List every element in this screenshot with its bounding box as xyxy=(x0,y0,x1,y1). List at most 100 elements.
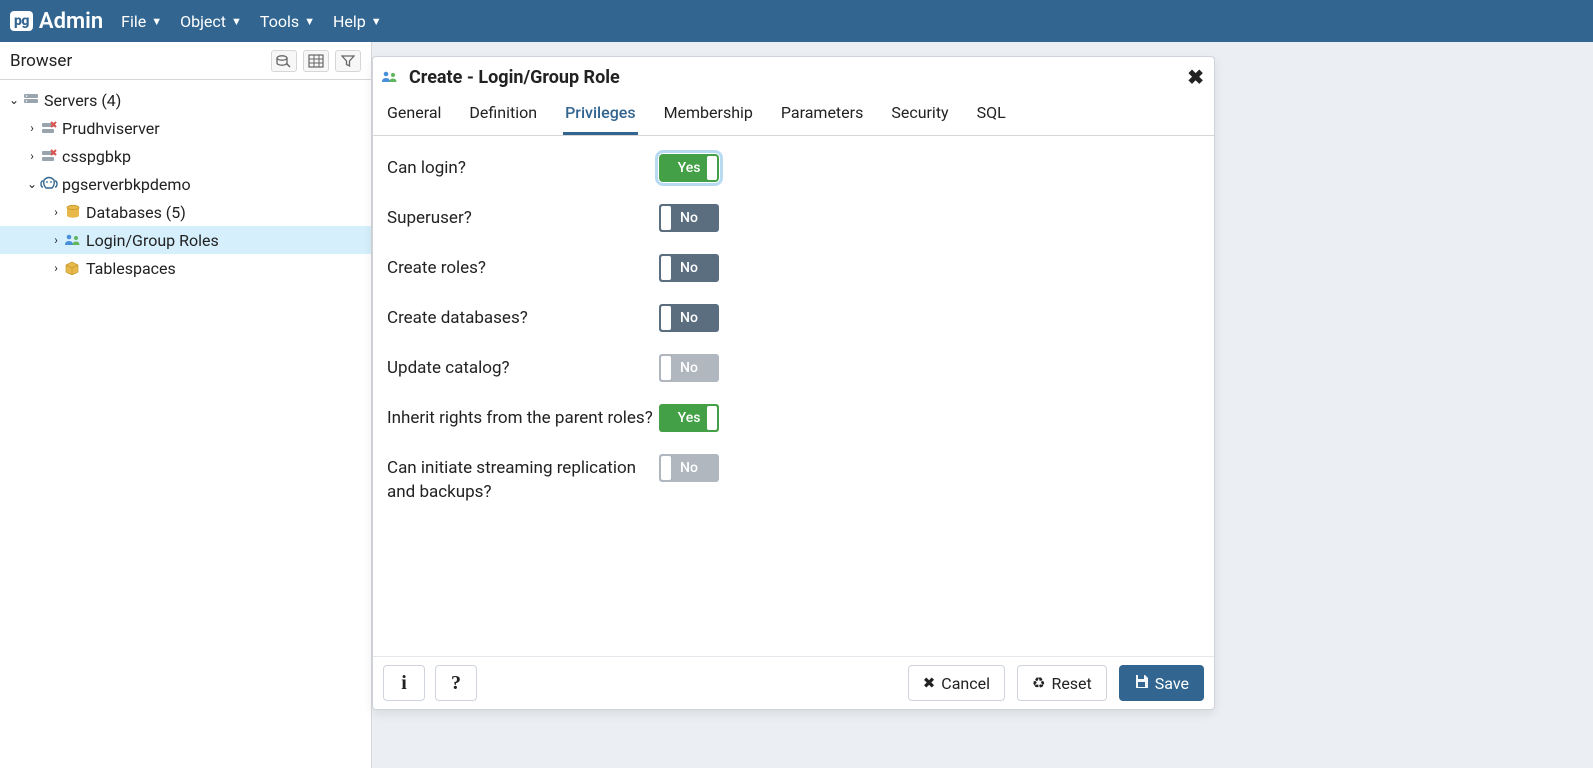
elephant-icon xyxy=(40,176,58,192)
tab-general[interactable]: General xyxy=(385,95,443,135)
toggle-label: No xyxy=(680,260,698,276)
chevron-down-icon[interactable]: ⌄ xyxy=(24,177,40,191)
privilege-control: No xyxy=(659,354,719,382)
tab-definition[interactable]: Definition xyxy=(467,95,539,135)
tab-security[interactable]: Security xyxy=(889,95,950,135)
tab-sql[interactable]: SQL xyxy=(975,95,1008,135)
chevron-right-icon[interactable]: › xyxy=(48,233,64,247)
toggle-label: No xyxy=(680,210,698,226)
tree-tablespaces[interactable]: › Tablespaces xyxy=(0,254,371,282)
toggle-label: Yes xyxy=(678,160,701,176)
menu-label: Object xyxy=(180,12,226,31)
database-icon xyxy=(64,204,82,220)
tree-login-group-roles[interactable]: › Login/Group Roles xyxy=(0,226,371,254)
server-group-icon xyxy=(22,93,40,107)
query-tool-icon[interactable] xyxy=(271,50,297,72)
tab-label: Security xyxy=(891,103,948,122)
tab-label: Parameters xyxy=(781,103,863,122)
tab-privileges[interactable]: Privileges xyxy=(563,95,637,135)
brand-name: Admin xyxy=(39,9,103,34)
menu-tools[interactable]: Tools ▼ xyxy=(260,12,315,31)
main-area: Browser ⌄ Servers (4) xyxy=(0,42,1593,768)
view-data-icon[interactable] xyxy=(303,50,329,72)
chevron-right-icon[interactable]: › xyxy=(24,149,40,163)
toggle-knob xyxy=(707,156,717,180)
brand-badge: pg xyxy=(10,11,33,31)
save-button[interactable]: Save xyxy=(1119,665,1204,701)
toggle-knob xyxy=(661,456,671,480)
privilege-control: Yes xyxy=(659,154,719,182)
dialog-title: Create - Login/Group Role xyxy=(409,67,620,88)
toggle-knob xyxy=(707,406,717,430)
tab-membership[interactable]: Membership xyxy=(662,95,755,135)
privilege-row: Inherit rights from the parent roles?Yes xyxy=(387,404,1200,432)
toggle-switch[interactable]: No xyxy=(659,254,719,282)
button-label: Cancel xyxy=(941,674,990,693)
tree-server-prudhviserver[interactable]: › Prudhviserver xyxy=(0,114,371,142)
tree-label: Tablespaces xyxy=(86,259,176,278)
button-label: Reset xyxy=(1051,674,1091,693)
privilege-row: Superuser? No xyxy=(387,204,1200,232)
menu-object[interactable]: Object ▼ xyxy=(180,12,242,31)
chevron-right-icon[interactable]: › xyxy=(48,205,64,219)
tab-label: Definition xyxy=(469,103,537,122)
privilege-control: No xyxy=(659,304,719,332)
info-button[interactable]: i xyxy=(383,665,425,701)
browser-sidebar: Browser ⌄ Servers (4) xyxy=(0,42,372,768)
tree-server-pgserverbkpdemo[interactable]: ⌄ pgserverbkpdemo xyxy=(0,170,371,198)
chevron-down-icon[interactable]: ⌄ xyxy=(6,93,22,107)
chevron-right-icon[interactable]: › xyxy=(24,121,40,135)
tree-label: Prudhviserver xyxy=(62,119,160,138)
toggle-label: No xyxy=(680,310,698,326)
toggle-switch[interactable]: No xyxy=(659,304,719,332)
cancel-button[interactable]: ✖ Cancel xyxy=(908,665,1005,701)
chevron-down-icon: ▼ xyxy=(151,15,162,28)
privilege-row: Can login? Yes xyxy=(387,154,1200,182)
browser-title: Browser xyxy=(10,51,72,71)
close-icon[interactable]: ✖ xyxy=(1187,65,1204,89)
tab-parameters[interactable]: Parameters xyxy=(779,95,865,135)
privilege-label: Create roles? xyxy=(387,254,659,281)
privilege-row: Can initiate streaming replication and b… xyxy=(387,454,1200,505)
menu-file[interactable]: File ▼ xyxy=(121,12,162,31)
toggle-switch: No xyxy=(659,354,719,382)
toggle-switch[interactable]: Yes xyxy=(659,404,719,432)
chevron-down-icon: ▼ xyxy=(304,15,315,28)
reset-button[interactable]: ♻ Reset xyxy=(1017,665,1107,701)
privilege-row: Create databases?No xyxy=(387,304,1200,332)
tree-server-csspgbkp[interactable]: › csspgbkp xyxy=(0,142,371,170)
toggle-label: No xyxy=(680,360,698,376)
tree-databases[interactable]: › Databases (5) xyxy=(0,198,371,226)
save-icon xyxy=(1134,674,1149,693)
roles-icon xyxy=(381,70,399,84)
recycle-icon: ♻ xyxy=(1032,674,1045,692)
dialog-header: Create - Login/Group Role ✖ xyxy=(373,57,1214,95)
privilege-label: Update catalog? xyxy=(387,354,659,381)
create-role-dialog: Create - Login/Group Role ✖ General Defi… xyxy=(372,56,1215,710)
toggle-label: Yes xyxy=(678,410,701,426)
browser-header-tools xyxy=(271,50,361,72)
toggle-switch[interactable]: No xyxy=(659,204,719,232)
toggle-knob xyxy=(661,256,671,280)
filter-icon[interactable] xyxy=(335,50,361,72)
dialog-body: Can login? Yes Superuser? No Create roles? No… xyxy=(373,136,1214,656)
chevron-down-icon: ▼ xyxy=(371,15,382,28)
privilege-label: Can login? xyxy=(387,154,659,181)
toggle-knob xyxy=(661,206,671,230)
menu-help[interactable]: Help ▼ xyxy=(333,12,382,31)
tree-label: Servers (4) xyxy=(44,91,121,110)
privilege-control: Yes xyxy=(659,404,719,432)
menu-label: File xyxy=(121,12,146,31)
top-menubar: pg Admin File ▼ Object ▼ Tools ▼ Help ▼ xyxy=(0,0,1593,42)
chevron-right-icon[interactable]: › xyxy=(48,261,64,275)
server-icon xyxy=(40,149,58,163)
tree-servers-group[interactable]: ⌄ Servers (4) xyxy=(0,86,371,114)
privilege-label: Superuser? xyxy=(387,204,659,231)
dialog-footer: i ? ✖ Cancel ♻ Reset xyxy=(373,656,1214,709)
toggle-switch[interactable]: Yes xyxy=(659,154,719,182)
tree-label: Databases (5) xyxy=(86,203,186,222)
menu-label: Help xyxy=(333,12,366,31)
browser-header: Browser xyxy=(0,42,371,80)
help-button[interactable]: ? xyxy=(435,665,477,701)
browser-tree: ⌄ Servers (4) › Prudhviserver › csspgbkp xyxy=(0,80,371,288)
